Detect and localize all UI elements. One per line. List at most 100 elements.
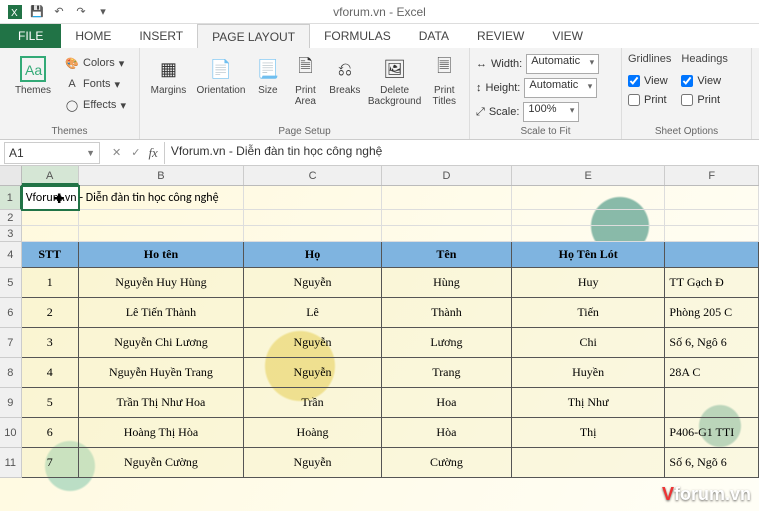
cell[interactable]: 28A C [665, 358, 759, 388]
cell[interactable] [382, 186, 512, 210]
tab-page-layout[interactable]: PAGE LAYOUT [197, 24, 310, 48]
undo-icon[interactable]: ↶ [50, 3, 68, 21]
redo-icon[interactable]: ↷ [72, 3, 90, 21]
cell[interactable]: Nguyễn Cường [79, 448, 244, 478]
print-titles-button[interactable]: 🗏Print Titles [426, 51, 463, 107]
cell[interactable]: Hòa [382, 418, 512, 448]
cell[interactable]: Nguyễn [244, 358, 382, 388]
cell[interactable] [512, 210, 666, 226]
row-header[interactable]: 10 [0, 418, 22, 448]
cell[interactable]: Huyền [512, 358, 666, 388]
cell[interactable]: Lương [382, 328, 512, 358]
col-header-f[interactable]: F [665, 166, 759, 185]
tab-view[interactable]: VIEW [538, 24, 597, 48]
effects-button[interactable]: ◯Effects ▾ [62, 95, 129, 115]
cell[interactable] [22, 226, 79, 242]
cell[interactable]: 5 [22, 388, 79, 418]
cell[interactable]: Số 6, Ngô 6 [665, 328, 759, 358]
cell[interactable]: Số 6, Ngõ 6 [665, 448, 759, 478]
save-icon[interactable]: 💾 [28, 3, 46, 21]
tab-data[interactable]: DATA [405, 24, 463, 48]
row-header[interactable]: 8 [0, 358, 22, 388]
name-box[interactable]: A1▼ [4, 142, 100, 164]
cell[interactable]: Phòng 205 C [665, 298, 759, 328]
size-button[interactable]: 📃Size [251, 51, 285, 96]
cancel-icon[interactable]: ✕ [112, 146, 121, 159]
gridlines-print-checkbox[interactable]: Print [628, 91, 671, 109]
cell[interactable]: Trần Thị Như Hoa [79, 388, 244, 418]
cell[interactable] [22, 210, 79, 226]
cell[interactable]: Trang [382, 358, 512, 388]
cell[interactable]: Thị [512, 418, 666, 448]
select-all-corner[interactable] [0, 166, 22, 185]
cell[interactable]: Trần [244, 388, 382, 418]
row-header[interactable]: 11 [0, 448, 22, 478]
cell[interactable] [244, 226, 382, 242]
cell[interactable] [512, 186, 666, 210]
cell[interactable]: Huy [512, 268, 666, 298]
formula-bar[interactable]: Vforum.vn - Diễn đàn tin học công nghệ [164, 142, 759, 164]
headings-view-checkbox[interactable]: View [681, 72, 727, 90]
cell[interactable]: 4 [22, 358, 79, 388]
chevron-down-icon[interactable]: ▼ [86, 148, 95, 158]
row-header[interactable]: 9 [0, 388, 22, 418]
qat-dropdown-icon[interactable]: ▾ [94, 3, 112, 21]
cell[interactable]: TT Gạch Đ [665, 268, 759, 298]
cell[interactable] [382, 210, 512, 226]
tab-file[interactable]: FILE [0, 24, 61, 48]
enter-icon[interactable]: ✓ [131, 146, 140, 159]
cell[interactable]: Nguyễn [244, 268, 382, 298]
row-header[interactable]: 6 [0, 298, 22, 328]
fonts-button[interactable]: AFonts ▾ [62, 74, 129, 94]
cell[interactable]: 1 [22, 268, 79, 298]
themes-button[interactable]: Aa Themes [6, 51, 60, 96]
cell[interactable]: Tên [382, 242, 512, 268]
cell[interactable]: Hoa [382, 388, 512, 418]
cell[interactable] [665, 242, 759, 268]
row-header[interactable]: 7 [0, 328, 22, 358]
tab-home[interactable]: HOME [61, 24, 125, 48]
row-header-1[interactable]: 1 [0, 186, 22, 210]
cell[interactable]: 2 [22, 298, 79, 328]
fx-icon[interactable]: fx [148, 145, 157, 161]
col-header-b[interactable]: B [79, 166, 244, 185]
cell[interactable]: Tiến [512, 298, 666, 328]
col-header-c[interactable]: C [244, 166, 382, 185]
cell[interactable] [244, 186, 382, 210]
cell[interactable] [665, 210, 759, 226]
orientation-button[interactable]: 📄Orientation [193, 51, 249, 96]
gridlines-view-checkbox[interactable]: View [628, 72, 671, 90]
cell[interactable]: Hoàng Thị Hòa [79, 418, 244, 448]
cell[interactable] [79, 210, 244, 226]
col-header-a[interactable]: A [22, 166, 79, 185]
cell[interactable] [79, 226, 244, 242]
cell[interactable]: P406-G1 TTI [665, 418, 759, 448]
height-select[interactable]: Automatic [524, 78, 597, 98]
col-header-e[interactable]: E [512, 166, 666, 185]
cell[interactable]: Hoàng [244, 418, 382, 448]
cell[interactable]: Nguyễn Chi Lương [79, 328, 244, 358]
cell[interactable] [382, 226, 512, 242]
cell[interactable]: Nguyễn Huy Hùng [79, 268, 244, 298]
row-header-3[interactable]: 3 [0, 226, 22, 242]
cell[interactable]: Ho tên [79, 242, 244, 268]
cell[interactable]: Thị Như [512, 388, 666, 418]
cell[interactable]: Lê Tiến Thành [79, 298, 244, 328]
cell[interactable]: Thành [382, 298, 512, 328]
cell[interactable] [665, 388, 759, 418]
cell[interactable]: Họ Tên Lót [512, 242, 666, 268]
cell[interactable] [512, 448, 666, 478]
cell[interactable] [244, 210, 382, 226]
cell[interactable]: Lê [244, 298, 382, 328]
tab-insert[interactable]: INSERT [125, 24, 197, 48]
cell[interactable]: Họ [244, 242, 382, 268]
cell[interactable]: Nguyễn [244, 328, 382, 358]
tab-review[interactable]: REVIEW [463, 24, 538, 48]
margins-button[interactable]: ▦Margins [146, 51, 191, 96]
col-header-d[interactable]: D [382, 166, 512, 185]
cell[interactable]: 3 [22, 328, 79, 358]
row-header[interactable]: 5 [0, 268, 22, 298]
row-header-4[interactable]: 4 [0, 242, 22, 268]
cell[interactable]: STT [22, 242, 79, 268]
tab-formulas[interactable]: FORMULAS [310, 24, 405, 48]
